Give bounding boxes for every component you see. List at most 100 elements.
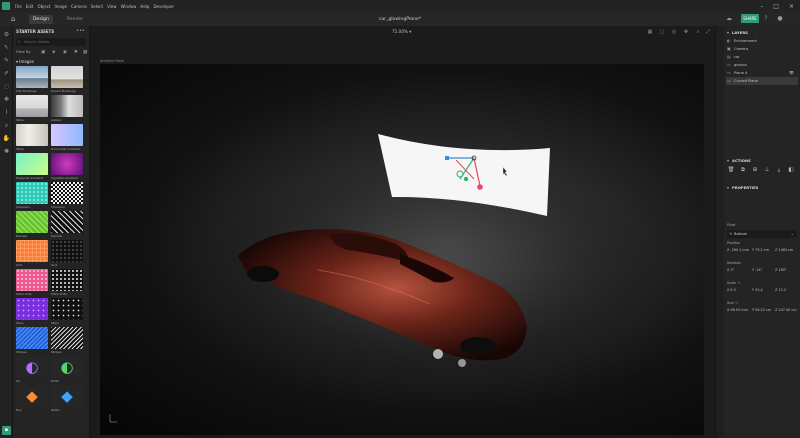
- asset-tile-room[interactable]: [16, 124, 48, 146]
- asset-tile-air[interactable]: ◐: [16, 356, 48, 378]
- snap-icon[interactable]: ◧: [787, 166, 795, 174]
- layer-row[interactable]: ▤ car: [726, 53, 798, 61]
- menu-developer[interactable]: Developer: [151, 4, 176, 9]
- camera-view-icon[interactable]: ▦: [646, 28, 654, 36]
- home-icon[interactable]: ⌂: [11, 15, 19, 23]
- align-icon[interactable]: ⊥: [763, 166, 771, 174]
- share-button[interactable]: SHARE: [741, 14, 759, 23]
- move-tool-icon[interactable]: ✥: [2, 95, 11, 104]
- brush-tool-icon[interactable]: ✐: [2, 69, 11, 78]
- asset-tile-gallery[interactable]: [51, 95, 83, 117]
- layer-row[interactable]: ▣ Camera: [726, 45, 798, 53]
- size-x-field[interactable]: X 98.05 mm: [727, 308, 748, 312]
- eyedropper-tool-icon[interactable]: ⌇: [2, 108, 11, 117]
- asset-tile-stars-purple[interactable]: [16, 298, 48, 320]
- menu-select[interactable]: Select: [89, 4, 105, 9]
- models-filter-icon[interactable]: ◈: [52, 50, 55, 55]
- menu-image[interactable]: Image: [52, 4, 69, 9]
- asset-tile-grid-white[interactable]: [51, 240, 83, 262]
- asset-tile-dashes-green[interactable]: [16, 211, 48, 233]
- properties-collapse-icon[interactable]: ▾: [727, 185, 729, 190]
- pointer-tool-icon[interactable]: ↖: [2, 43, 11, 52]
- close-button[interactable]: ×: [789, 3, 794, 10]
- select-tool-icon[interactable]: ⚙: [2, 30, 11, 39]
- frame-icon[interactable]: ▢: [658, 28, 666, 36]
- scale-z-field[interactable]: Z 12.2: [775, 288, 786, 292]
- orbit-icon[interactable]: ◎: [670, 28, 678, 36]
- menu-file[interactable]: File: [13, 4, 24, 9]
- asset-tile-polka-white[interactable]: [51, 269, 83, 291]
- zoom-view-icon[interactable]: ⌕: [694, 28, 702, 36]
- position-x-field[interactable]: X -260.1 mm: [727, 248, 749, 252]
- asset-tile-table[interactable]: [16, 95, 48, 117]
- layer-row[interactable]: ▭ ground: [726, 61, 798, 69]
- asset-tile-dgrad[interactable]: [16, 153, 48, 175]
- size-z-field[interactable]: Z 247.40 cm: [775, 308, 797, 312]
- visibility-icon[interactable]: 👁: [789, 69, 794, 77]
- asset-tile-water[interactable]: ◆: [51, 385, 83, 407]
- menu-object[interactable]: Object: [35, 4, 52, 9]
- rotation-y-field[interactable]: Y -14°: [752, 268, 762, 272]
- asset-tile-vgrad[interactable]: [51, 153, 83, 175]
- maximize-button[interactable]: □: [773, 3, 779, 10]
- menu-window[interactable]: Window: [119, 4, 139, 9]
- layer-row[interactable]: ▭ Plane 4 👁: [726, 69, 798, 77]
- layer-row[interactable]: ◐ Environment: [726, 37, 798, 45]
- menu-camera[interactable]: Camera: [69, 4, 89, 9]
- user-avatar-icon[interactable]: ●: [776, 15, 784, 23]
- materials-filter-icon[interactable]: ◉: [63, 50, 67, 55]
- actions-collapse-icon[interactable]: ▾: [727, 158, 729, 163]
- fit-view-icon[interactable]: ⤢: [704, 28, 712, 36]
- asset-tile-earth[interactable]: ◐: [51, 356, 83, 378]
- size-y-field[interactable]: Y 56.22 cm: [752, 308, 771, 312]
- images-section-header[interactable]: ▾ Images: [16, 59, 34, 64]
- layer-row[interactable]: ▭ Curved Plane: [726, 77, 798, 85]
- delete-icon[interactable]: 🗑: [727, 166, 735, 174]
- asset-tile-hgrad[interactable]: [51, 124, 83, 146]
- group-icon[interactable]: ⊞: [751, 166, 759, 174]
- zoom-dropdown[interactable]: 75.00% ▾: [392, 29, 411, 34]
- assets-title[interactable]: STARTER ASSETS: [16, 29, 54, 34]
- asset-tile-fire[interactable]: ◆: [16, 385, 48, 407]
- scale-y-field[interactable]: Y 20.4: [752, 288, 763, 292]
- menu-help[interactable]: Help: [138, 4, 151, 9]
- menu-view[interactable]: View: [105, 4, 119, 9]
- help-icon[interactable]: ?: [762, 15, 770, 23]
- asset-tile-polka-pink[interactable]: [16, 269, 48, 291]
- rotation-x-field[interactable]: X 3°: [727, 268, 734, 272]
- asset-tile-city[interactable]: [16, 66, 48, 88]
- zoom-tool-icon[interactable]: ⌕: [2, 121, 11, 130]
- minimize-button[interactable]: –: [760, 3, 763, 10]
- duplicate-icon[interactable]: ⧉: [739, 166, 747, 174]
- lasso-tool-icon[interactable]: ◌: [2, 82, 11, 91]
- scale-x-field[interactable]: X 6.3: [727, 288, 736, 292]
- cloud-icon[interactable]: ☁: [725, 15, 733, 23]
- more-icon[interactable]: •••: [76, 28, 85, 34]
- rotation-z-field[interactable]: Z 180°: [775, 268, 787, 272]
- asset-tile-checkers-teal[interactable]: [16, 182, 48, 204]
- asset-tile-stripes-blue[interactable]: [16, 327, 48, 349]
- scene-viewport[interactable]: [100, 64, 704, 435]
- lights-filter-icon[interactable]: ✺: [74, 50, 78, 55]
- position-y-field[interactable]: Y 75.2 cm: [752, 248, 769, 252]
- asset-tile-dashes-white[interactable]: [51, 211, 83, 233]
- asset-tile-grid-orange[interactable]: [16, 240, 48, 262]
- menu-edit[interactable]: Edit: [24, 4, 36, 9]
- pan-icon[interactable]: ✥: [682, 28, 690, 36]
- images-filter-icon[interactable]: ▣: [41, 50, 45, 55]
- position-z-field[interactable]: Z 1463 cm: [775, 248, 793, 252]
- notification-icon[interactable]: ▪: [2, 426, 11, 435]
- pen-tool-icon[interactable]: ✎: [2, 56, 11, 65]
- pivot-select[interactable]: ⊙ Bottom ⌄: [727, 230, 797, 238]
- tab-render[interactable]: Render: [63, 15, 87, 24]
- light-tool-icon[interactable]: ✺: [2, 147, 11, 156]
- asset-search-input[interactable]: ⌕ Search Assets: [16, 38, 86, 46]
- asset-tile-stars-white[interactable]: [51, 298, 83, 320]
- asset-tile-checkers-white[interactable]: [51, 182, 83, 204]
- grid-view-icon[interactable]: ▦: [83, 50, 87, 55]
- hand-tool-icon[interactable]: ✋: [2, 134, 11, 143]
- tab-design[interactable]: Design: [29, 14, 53, 24]
- asset-tile-stripes-white[interactable]: [51, 327, 83, 349]
- drop-to-floor-icon[interactable]: ⤓: [775, 166, 783, 174]
- layers-collapse-icon[interactable]: ▾: [727, 30, 729, 35]
